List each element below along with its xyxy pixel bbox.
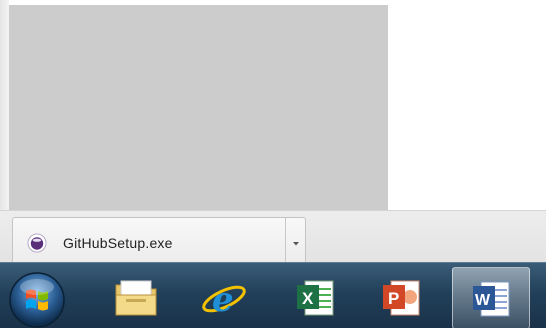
word-icon: W	[467, 276, 515, 325]
svg-text:P: P	[388, 289, 399, 308]
page-blank-area	[388, 0, 546, 210]
download-options-button[interactable]	[285, 218, 305, 268]
taskbar-powerpoint-button[interactable]: P	[362, 267, 440, 328]
taskbar-excel-button[interactable]: X	[276, 267, 354, 328]
svg-text:e: e	[212, 280, 234, 319]
windows-start-orb-icon[interactable]	[8, 271, 66, 328]
internet-explorer-icon: e	[200, 275, 248, 324]
download-open-button[interactable]: GitHubSetup.exe	[13, 218, 285, 268]
explorer-folder-icon	[112, 275, 160, 324]
taskbar-ie-button[interactable]: e	[185, 267, 263, 328]
taskbar: e X P W	[0, 262, 546, 328]
download-shelf: GitHubSetup.exe	[0, 210, 546, 269]
github-setup-icon	[27, 233, 47, 253]
chevron-down-icon	[292, 234, 300, 252]
taskbar-explorer-button[interactable]	[97, 267, 175, 328]
excel-icon: X	[291, 275, 339, 324]
taskbar-word-button[interactable]: W	[452, 267, 530, 328]
download-file-name: GitHubSetup.exe	[63, 235, 173, 251]
page-content-area	[9, 5, 388, 210]
svg-text:W: W	[475, 292, 491, 309]
svg-text:X: X	[302, 289, 314, 308]
powerpoint-icon: P	[377, 275, 425, 324]
